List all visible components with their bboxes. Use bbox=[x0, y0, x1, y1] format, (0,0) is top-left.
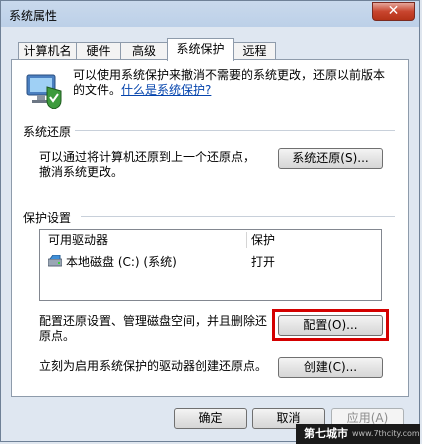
intro-text: 可以使用系统保护来撤消不需要的系统更改，还原以前版本的文件。什么是系统保护? bbox=[73, 68, 393, 98]
window-title: 系统属性 bbox=[9, 9, 58, 23]
create-description: 立刻为启用系统保护的驱动器创建还原点。 bbox=[39, 359, 268, 373]
tab-panel bbox=[11, 59, 409, 397]
watermark-sub: www.7thcity.com bbox=[352, 429, 420, 438]
tab-system-protection[interactable]: 系统保护 bbox=[167, 38, 234, 61]
system-restore-heading: 系统还原 bbox=[23, 125, 72, 139]
column-header-protection[interactable]: 保护 bbox=[251, 230, 275, 250]
configure-description-2: 原点。 bbox=[39, 329, 76, 343]
intro-description: 可以使用系统保护来撤消不需要的系统更改，还原以前版本的文件。 bbox=[73, 68, 386, 97]
column-separator bbox=[246, 232, 247, 248]
configure-description-1: 配置还原设置、管理磁盘空间，并且删除还 bbox=[39, 314, 268, 328]
section-divider bbox=[75, 130, 395, 131]
create-button[interactable]: 创建(C)... bbox=[278, 357, 383, 378]
drive-row[interactable]: 本地磁盘 (C:) (系统) 打开 bbox=[42, 252, 379, 272]
system-restore-button[interactable]: 系统还原(S)... bbox=[278, 148, 383, 169]
close-button[interactable]: ✕ bbox=[372, 2, 415, 21]
site-watermark: 第七城市 www.7thcity.com bbox=[296, 424, 420, 444]
drive-name: 本地磁盘 (C:) (系统) bbox=[66, 255, 177, 269]
ok-button[interactable]: 确定 bbox=[174, 408, 247, 429]
close-icon: ✕ bbox=[387, 3, 400, 19]
column-header-drives[interactable]: 可用驱动器 bbox=[48, 230, 108, 250]
system-restore-description-2: 撤消系统更改。 bbox=[39, 165, 124, 179]
system-properties-window: 系统属性 ✕ 计算机名 硬件 高级 系统保护 远程 可以使用系统保护来撤消不需要… bbox=[0, 0, 420, 442]
system-protection-icon bbox=[26, 74, 62, 109]
protection-settings-heading: 保护设置 bbox=[23, 211, 72, 225]
watermark-main: 第七城市 bbox=[304, 427, 348, 440]
section-divider bbox=[81, 216, 395, 217]
drives-list[interactable]: 可用驱动器 保护 本地磁盘 (C:) (系统) 打开 bbox=[39, 229, 382, 301]
drive-protection-status: 打开 bbox=[251, 255, 276, 269]
highlight-box bbox=[272, 309, 389, 341]
what-is-system-protection-link[interactable]: 什么是系统保护? bbox=[121, 83, 211, 97]
disk-drive-icon bbox=[48, 255, 62, 267]
title-bar[interactable]: 系统属性 ✕ bbox=[1, 1, 421, 31]
system-restore-description-1: 可以通过将计算机还原到上一个还原点， bbox=[39, 150, 256, 164]
